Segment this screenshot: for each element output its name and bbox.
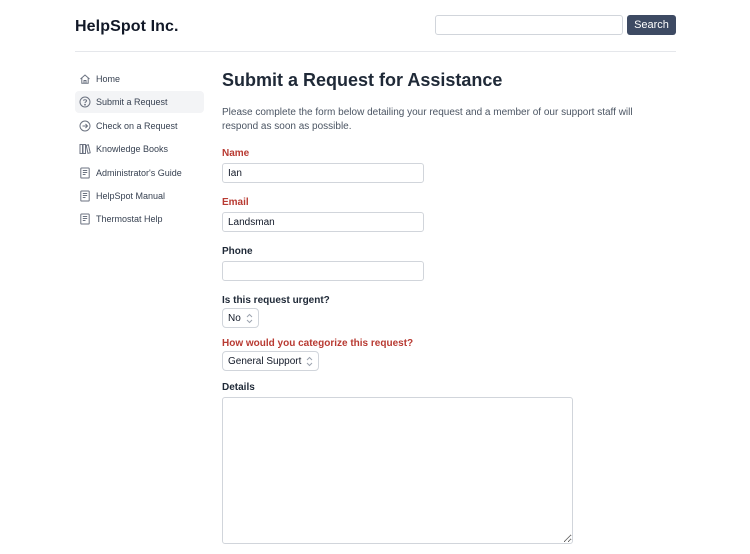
document-icon <box>79 190 91 202</box>
urgent-select-value: No <box>228 312 241 324</box>
document-icon <box>79 213 91 225</box>
chevron-up-down-icon <box>306 356 313 367</box>
urgent-label: Is this request urgent? <box>222 295 330 306</box>
sidebar-item-label: Check on a Request <box>96 120 178 131</box>
details-textarea[interactable] <box>222 397 573 544</box>
urgent-select[interactable]: No <box>222 308 259 328</box>
sidebar-item-label: Knowledge Books <box>96 144 169 155</box>
sidebar-item-label: HelpSpot Manual <box>96 190 166 201</box>
name-field[interactable] <box>222 163 424 183</box>
sidebar-item-knowledge-books[interactable]: Knowledge Books <box>75 138 204 160</box>
sidebar-item-home[interactable]: Home <box>75 68 204 90</box>
brand-title[interactable]: HelpSpot Inc. <box>75 18 179 36</box>
sidebar-item-helpspot-manual[interactable]: HelpSpot Manual <box>75 185 204 207</box>
header: HelpSpot Inc. Search <box>75 0 676 52</box>
sidebar-item-submit-request[interactable]: Submit a Request <box>75 91 204 114</box>
question-circle-icon <box>79 96 91 108</box>
search-button[interactable]: Search <box>627 15 676 35</box>
email-label: Email <box>222 197 249 208</box>
home-icon <box>79 73 91 85</box>
chevron-up-down-icon <box>246 313 253 324</box>
phone-field[interactable] <box>222 261 424 281</box>
category-label: How would you categorize this request? <box>222 338 414 349</box>
phone-label: Phone <box>222 246 253 257</box>
search-input[interactable] <box>435 15 623 35</box>
sidebar-item-check-request[interactable]: Check on a Request <box>75 115 204 137</box>
arrow-circle-right-icon <box>79 120 91 132</box>
sidebar-item-thermostat-help[interactable]: Thermostat Help <box>75 208 204 230</box>
category-select-value: General Support <box>228 355 302 367</box>
books-icon <box>79 143 91 155</box>
category-select[interactable]: General Support <box>222 351 320 371</box>
document-icon <box>79 167 91 179</box>
sidebar-nav: Home Submit a Request Check on a Request… <box>75 68 204 232</box>
intro-text: Please complete the form below detailing… <box>222 107 633 132</box>
details-label: Details <box>222 382 255 393</box>
sidebar-item-label: Submit a Request <box>96 97 168 108</box>
sidebar-item-label: Home <box>96 74 121 84</box>
sidebar-item-label: Thermostat Help <box>96 214 163 225</box>
name-label: Name <box>222 148 250 159</box>
email-field[interactable] <box>222 212 424 232</box>
sidebar-item-label: Administrator's Guide <box>96 167 182 178</box>
page-title: Submit a Request for Assistance <box>222 70 503 90</box>
sidebar-item-administrators-guide[interactable]: Administrator's Guide <box>75 162 204 184</box>
